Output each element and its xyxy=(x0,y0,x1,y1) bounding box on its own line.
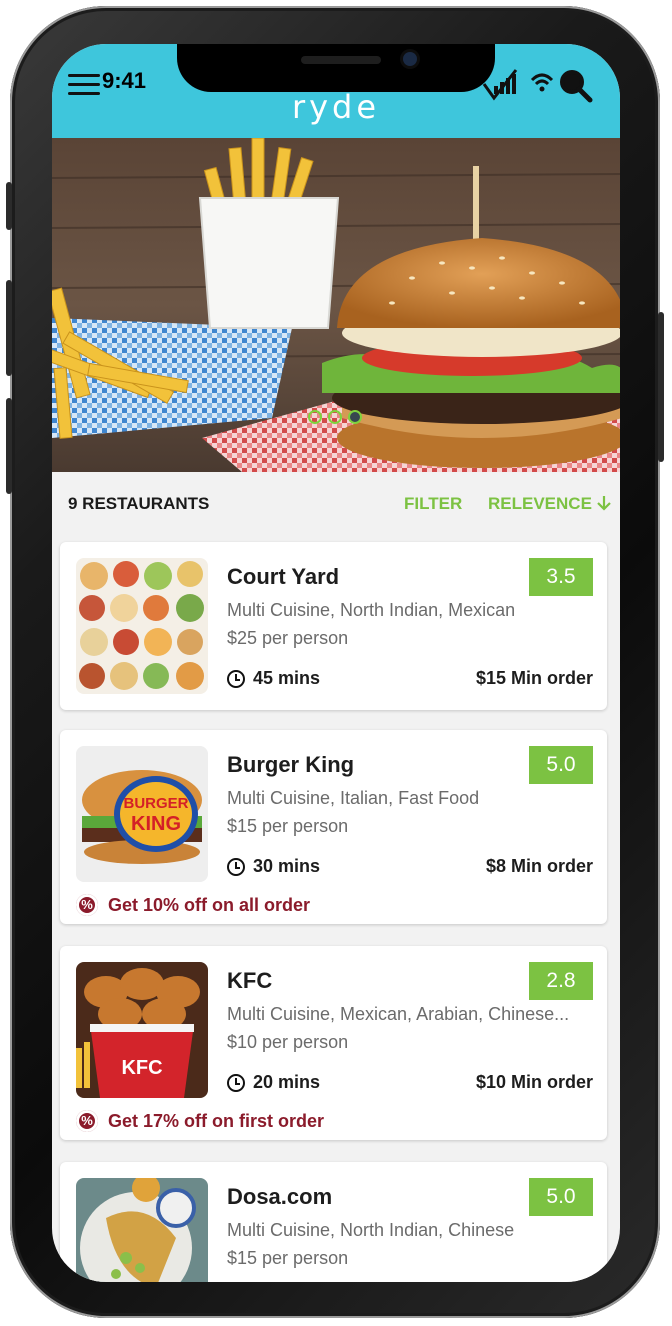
restaurant-thumbnail xyxy=(76,1178,208,1282)
clock-icon xyxy=(227,1073,245,1092)
delivery-time-value: 45 mins xyxy=(253,668,321,688)
price-text: $15 per person xyxy=(227,1248,349,1268)
clock-icon xyxy=(227,669,245,688)
restaurant-card[interactable]: Court Yard 3.5 Multi Cuisine, North Indi… xyxy=(60,542,607,710)
rating-badge: 3.5 xyxy=(529,558,593,596)
front-camera xyxy=(403,52,417,66)
min-order: $8 Min order xyxy=(485,856,593,876)
mute-switch xyxy=(6,182,12,230)
carousel-dots xyxy=(308,410,362,424)
sort-label: RELEVENCE xyxy=(488,494,592,513)
cuisine-text: Multi Cuisine, Mexican, Arabian, Chinese… xyxy=(227,1004,570,1024)
restaurant-card[interactable]: BURGER KING Burger King 5.0 Multi Cuisin… xyxy=(60,730,607,924)
arrow-down-icon xyxy=(596,496,611,511)
list-header: 9 RESTAURANTS FILTER RELEVENCE xyxy=(52,472,620,536)
price-text: $10 per person xyxy=(227,1032,349,1052)
restaurant-count: 9 RESTAURANTS xyxy=(68,494,210,513)
cuisine-text: Multi Cuisine, North Indian, Chinese xyxy=(227,1220,515,1240)
carousel-dot-active[interactable] xyxy=(348,410,362,424)
carousel-dot[interactable] xyxy=(308,410,322,424)
restaurant-thumbnail: BURGER KING xyxy=(76,746,208,882)
power-button xyxy=(658,312,664,462)
delivery-time-value: 20 mins xyxy=(253,1072,321,1092)
search-icon xyxy=(560,70,593,103)
wifi-icon xyxy=(530,73,554,92)
min-order: $10 Min order xyxy=(475,1072,593,1092)
speaker xyxy=(301,56,381,64)
status-icons xyxy=(482,69,593,103)
sort-button[interactable]: RELEVENCE xyxy=(488,494,611,514)
delivery-time: 20 mins xyxy=(227,1072,320,1093)
svg-text:KFC: KFC xyxy=(121,1057,162,1079)
price-text: $15 per person xyxy=(227,816,349,836)
restaurant-thumbnail xyxy=(76,558,208,694)
restaurant-card[interactable]: Dosa.com 5.0 Multi Cuisine, North Indian… xyxy=(60,1162,607,1282)
min-order: $15 Min order xyxy=(475,668,593,688)
app-screen: 9:41 ryde 9 RESTAURANTS FILTER RELEVENCE… xyxy=(52,44,620,1282)
price-text: $25 per person xyxy=(227,628,349,648)
notch xyxy=(177,44,495,92)
discount-badge-icon: % xyxy=(76,894,98,916)
cuisine-text: Multi Cuisine, North Indian, Mexican xyxy=(227,600,516,620)
rating-badge: 2.8 xyxy=(529,962,593,1000)
delivery-time: 45 mins xyxy=(227,668,320,689)
rating-badge: 5.0 xyxy=(529,746,593,784)
clock-icon xyxy=(227,857,245,876)
discount-badge-icon: % xyxy=(76,1110,98,1132)
restaurant-name: Court Yard xyxy=(227,564,340,589)
delivery-time: 30 mins xyxy=(227,856,320,877)
svg-text:KING: KING xyxy=(131,813,181,835)
offer-label: Get 10% off on all order xyxy=(108,894,311,915)
restaurant-name: KFC xyxy=(227,968,273,993)
restaurant-card[interactable]: KFC KFC 2.8 Multi Cuisine, Mexican, Arab… xyxy=(60,946,607,1140)
offer-text: % Get 17% off on first order xyxy=(76,1110,324,1132)
cuisine-text: Multi Cuisine, Italian, Fast Food xyxy=(227,788,480,808)
hero-carousel[interactable] xyxy=(52,138,620,472)
offer-text: % Get 10% off on all order xyxy=(76,894,310,916)
offer-label: Get 17% off on first order xyxy=(108,1110,325,1131)
filter-button[interactable]: FILTER xyxy=(404,494,462,514)
volume-down-button xyxy=(6,398,12,494)
delivery-time-value: 30 mins xyxy=(253,856,321,876)
restaurant-name: Burger King xyxy=(227,752,355,777)
rating-badge: 5.0 xyxy=(529,1178,593,1216)
svg-text:BURGER: BURGER xyxy=(123,795,188,812)
restaurant-name: Dosa.com xyxy=(227,1184,333,1209)
volume-up-button xyxy=(6,280,12,376)
carousel-dot[interactable] xyxy=(328,410,342,424)
restaurant-thumbnail: KFC xyxy=(76,962,208,1098)
